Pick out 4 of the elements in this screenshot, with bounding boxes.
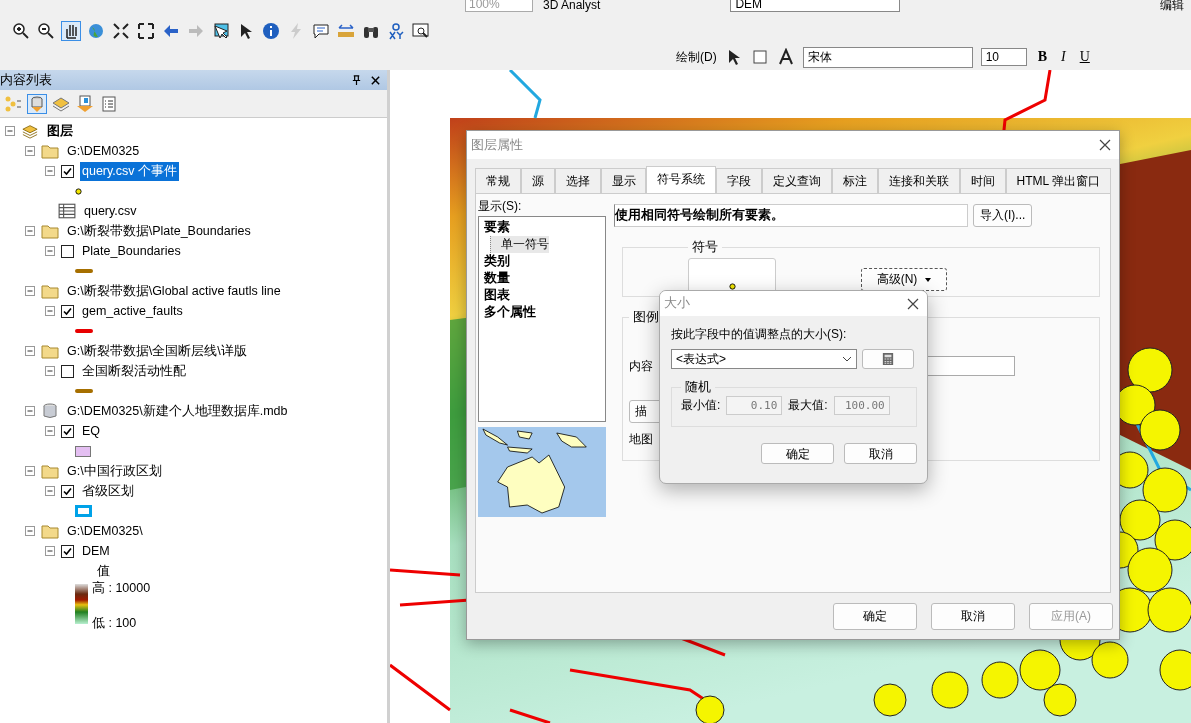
legend-heading: 值 bbox=[96, 563, 111, 580]
legend-label: 低 : 100 bbox=[92, 615, 138, 632]
legend-label: 高 : 10000 bbox=[92, 580, 151, 597]
panel-title: 内容列表 bbox=[0, 71, 53, 89]
